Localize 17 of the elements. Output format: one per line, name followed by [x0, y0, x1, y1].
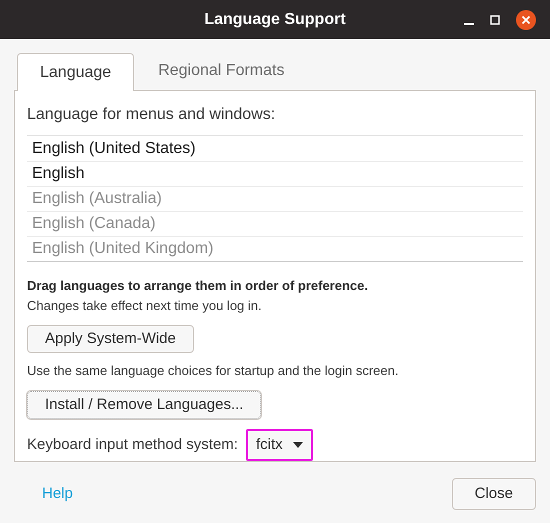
language-row[interactable]: English — [27, 161, 523, 186]
tab[interactable]: Regional Formats — [134, 52, 308, 90]
restart-hint: Changes take effect next time you log in. — [27, 296, 263, 315]
maximize-icon[interactable] — [490, 14, 500, 24]
apply-system-wide-button[interactable]: Apply System-Wide — [27, 325, 194, 354]
drag-hint: Drag languages to arrange them in order of preference. — [27, 277, 369, 295]
input-method-label: Keyboard input method system: — [27, 434, 238, 455]
section-heading: Language for menus and windows: — [27, 105, 276, 125]
language-row[interactable]: English (United States) — [27, 136, 523, 161]
install-remove-languages-button[interactable]: Install / Remove Languages... — [27, 390, 262, 419]
apply-note: Use the same language choices for startup and the login screen. — [27, 362, 400, 380]
input-method-dropdown[interactable]: fcitx — [246, 429, 313, 461]
caret-icon — [292, 442, 303, 448]
window-title: Language Support — [203, 10, 347, 30]
close-button[interactable]: Close — [452, 478, 536, 510]
tab[interactable]: Language — [17, 53, 134, 91]
close-icon[interactable] — [516, 10, 536, 30]
